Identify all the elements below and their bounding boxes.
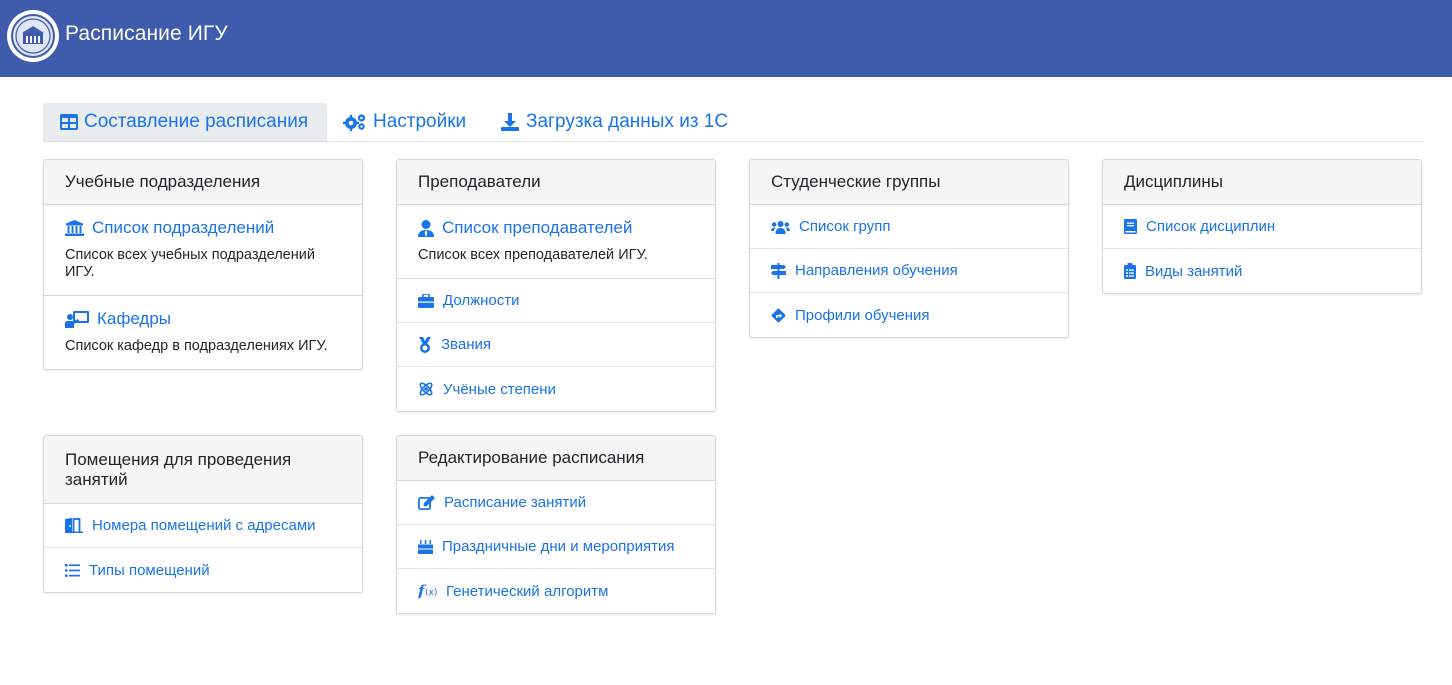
svg-text:(x): (x) xyxy=(425,588,437,598)
departments-link[interactable]: Кафедры Список кафедр в подразделениях И… xyxy=(44,296,362,369)
positions-link[interactable]: Должности xyxy=(397,279,715,323)
clipboard-list-icon xyxy=(1124,263,1136,279)
atom-icon xyxy=(419,382,433,396)
room-numbers-label: Номера помещений с адресами xyxy=(92,517,316,534)
groups-list-link[interactable]: Список групп xyxy=(750,205,1068,249)
room-numbers-link[interactable]: Номера помещений с адресами xyxy=(44,504,362,548)
lesson-types-label: Виды занятий xyxy=(1145,262,1243,280)
study-directions-link[interactable]: Направления обучения xyxy=(750,249,1068,293)
study-profiles-link[interactable]: Профили обучения xyxy=(750,293,1068,337)
tab-import-1c[interactable]: Загрузка данных из 1С xyxy=(500,103,728,141)
main-tabs: Составление расписания Настройки Загрузк… xyxy=(43,103,1423,142)
lesson-types-link[interactable]: Виды занятий xyxy=(1103,249,1421,293)
tab-label: Составление расписания xyxy=(84,111,309,132)
card-header: Дисциплины xyxy=(1103,160,1421,205)
groups-list-label: Список групп xyxy=(799,218,891,235)
room-types-link[interactable]: Типы помещений xyxy=(44,548,362,592)
card-rooms: Помещения для проведения занятий Номера … xyxy=(43,435,363,593)
list-icon xyxy=(65,563,80,577)
positions-label: Должности xyxy=(443,292,520,309)
card-schedule-editing: Редактирование расписания Расписание зан… xyxy=(396,435,716,614)
divisions-list-link[interactable]: Список подразделений Список всех учебных… xyxy=(44,205,362,296)
teachers-list-title: Список преподавателей xyxy=(442,218,633,237)
card-disciplines: Дисциплины Список дисциплин Виды занятий xyxy=(1102,159,1422,294)
teachers-list-desc: Список всех преподавателей ИГУ. xyxy=(418,247,648,263)
briefcase-icon xyxy=(418,293,434,308)
edit-icon xyxy=(418,495,435,510)
tab-schedule-composition[interactable]: Составление расписания xyxy=(43,103,327,141)
card-header: Помещения для проведения занятий xyxy=(44,436,362,504)
departments-title: Кафедры xyxy=(97,309,172,328)
divisions-list-desc: Список всех учебных подразделений ИГУ. xyxy=(65,247,315,280)
user-tie-icon xyxy=(418,219,434,237)
genetic-algorithm-label: Генетический алгоритм xyxy=(446,582,609,600)
card-header: Преподаватели xyxy=(397,160,715,205)
card-student-groups: Студенческие группы Список групп Направл… xyxy=(749,159,1069,338)
table-icon xyxy=(60,114,78,130)
card-divisions: Учебные подразделения Список подразделен… xyxy=(43,159,363,370)
study-profiles-label: Профили обучения xyxy=(795,306,930,324)
card-teachers: Преподаватели Список преподавателей Спис… xyxy=(396,159,716,412)
divisions-list-title: Список подразделений xyxy=(92,218,275,237)
degrees-link[interactable]: Учёные степени xyxy=(397,367,715,411)
lesson-schedule-link[interactable]: Расписание занятий xyxy=(397,481,715,525)
university-seal-icon[interactable] xyxy=(7,10,59,62)
university-icon xyxy=(65,220,84,236)
download-icon xyxy=(501,113,519,131)
medal-icon xyxy=(419,336,431,353)
holidays-link[interactable]: Праздничные дни и мероприятия xyxy=(397,525,715,569)
birthday-cake-icon xyxy=(418,540,433,554)
ranks-label: Звания xyxy=(441,336,491,353)
users-icon xyxy=(771,220,790,234)
departments-desc: Список кафедр в подразделениях ИГУ. xyxy=(65,338,328,354)
ranks-link[interactable]: Звания xyxy=(397,323,715,367)
disciplines-list-link[interactable]: Список дисциплин xyxy=(1103,205,1421,249)
tab-label: Загрузка данных из 1С xyxy=(526,111,729,132)
book-icon xyxy=(1124,219,1137,234)
room-types-label: Типы помещений xyxy=(89,561,210,579)
degrees-label: Учёные степени xyxy=(443,380,556,398)
card-header: Студенческие группы xyxy=(750,160,1068,205)
card-header: Учебные подразделения xyxy=(44,160,362,205)
top-navbar: Расписание ИГУ xyxy=(0,0,1452,77)
card-header: Редактирование расписания xyxy=(397,436,715,481)
chalkboard-teacher-icon xyxy=(65,310,89,328)
tab-label: Настройки xyxy=(373,111,467,132)
lesson-schedule-label: Расписание занятий xyxy=(444,494,587,511)
cogs-icon xyxy=(343,114,366,131)
function-icon: f (x) xyxy=(418,583,437,599)
tab-settings[interactable]: Настройки xyxy=(343,103,466,141)
genetic-algorithm-link[interactable]: f (x) Генетический алгоритм xyxy=(397,569,715,613)
holidays-label: Праздничные дни и мероприятия xyxy=(442,538,675,555)
door-open-icon xyxy=(65,518,83,533)
teachers-list-link[interactable]: Список преподавателей Список всех препод… xyxy=(397,205,715,279)
study-directions-label: Направления обучения xyxy=(795,262,958,279)
disciplines-list-label: Список дисциплин xyxy=(1146,218,1276,235)
app-title[interactable]: Расписание ИГУ xyxy=(65,22,228,46)
directions-icon xyxy=(771,308,786,322)
signs-icon xyxy=(771,262,786,279)
